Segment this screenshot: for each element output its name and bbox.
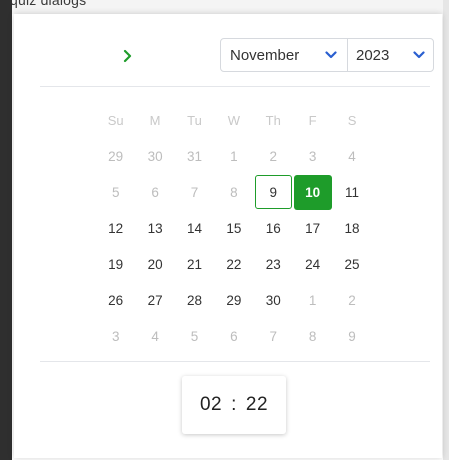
- calendar-day-muted[interactable]: 5: [175, 318, 214, 354]
- weekday-label: W: [227, 112, 240, 128]
- calendar-day-today[interactable]: 9: [254, 175, 292, 209]
- datetime-picker-popup: November 2023 Su M Tu W Th F S 29 30 31 1 2 3 4 5 6 7 8 9 1…: [14, 14, 442, 458]
- calendar-day[interactable]: 17: [293, 210, 332, 246]
- weekday-label: F: [308, 112, 317, 128]
- calendar-day-muted[interactable]: 2: [332, 282, 371, 318]
- calendar-grid: Su M Tu W Th F S 29 30 31 1 2 3 4 5 6 7 8 9 10 11 12 13 14 15 16 1…: [96, 102, 372, 354]
- month-year-selector: November 2023: [220, 38, 434, 72]
- weekday-label: Su: [107, 112, 124, 128]
- weekday-label: S: [347, 112, 357, 128]
- hours-field[interactable]: 02: [198, 394, 224, 416]
- next-month-button[interactable]: [118, 42, 138, 70]
- calendar-day-muted[interactable]: 7: [175, 174, 214, 210]
- calendar-day[interactable]: 30: [254, 282, 293, 318]
- calendar-day-muted[interactable]: 3: [293, 138, 332, 174]
- calendar-day-muted[interactable]: 3: [96, 318, 135, 354]
- calendar-week-row: 29 30 31 1 2 3 4: [96, 138, 372, 174]
- calendar-day[interactable]: 18: [332, 210, 371, 246]
- weekday-label: Tu: [187, 112, 202, 128]
- calendar-day[interactable]: 13: [135, 210, 174, 246]
- backdrop-title: quiz dialogs: [10, 0, 87, 8]
- backdrop-header: quiz dialogs: [0, 0, 449, 14]
- calendar-day-muted[interactable]: 8: [293, 318, 332, 354]
- chevron-down-icon: [413, 51, 425, 59]
- screen: quiz dialogs November 2023 Su M Tu W Th …: [0, 0, 449, 460]
- calendar-day[interactable]: 19: [96, 246, 135, 282]
- calendar-day-muted[interactable]: 2: [254, 138, 293, 174]
- calendar-day[interactable]: 15: [214, 210, 253, 246]
- time-divider: [40, 361, 430, 362]
- calendar-day[interactable]: 16: [254, 210, 293, 246]
- backdrop-right-edge: [443, 0, 449, 460]
- time-separator: :: [231, 394, 237, 415]
- calendar-day[interactable]: 24: [293, 246, 332, 282]
- calendar-day[interactable]: 26: [96, 282, 135, 318]
- calendar-day[interactable]: 11: [332, 174, 371, 210]
- calendar-day[interactable]: 29: [214, 282, 253, 318]
- calendar-day-selected[interactable]: 10: [293, 174, 332, 210]
- calendar-week-row: 3456789: [96, 318, 372, 354]
- header-divider: [40, 86, 430, 87]
- calendar-day-muted[interactable]: 6: [214, 318, 253, 354]
- year-select-value: 2023: [356, 46, 390, 64]
- calendar-day-muted[interactable]: 4: [332, 138, 371, 174]
- weekday-label: Th: [265, 112, 281, 128]
- calendar-day-muted[interactable]: 4: [135, 318, 174, 354]
- calendar-day-muted[interactable]: 1: [293, 282, 332, 318]
- calendar-day[interactable]: 28: [175, 282, 214, 318]
- calendar-day-muted[interactable]: 8: [214, 174, 253, 210]
- calendar-day-muted[interactable]: 29: [96, 138, 135, 174]
- time-picker: 02 : 22: [182, 376, 286, 434]
- month-select-value: November: [230, 46, 300, 64]
- calendar-day-muted[interactable]: 9: [332, 318, 371, 354]
- calendar-day[interactable]: 14: [175, 210, 214, 246]
- calendar-day[interactable]: 22: [214, 246, 253, 282]
- month-select[interactable]: November: [221, 39, 348, 71]
- calendar-day-muted[interactable]: 7: [254, 318, 293, 354]
- calendar-day-muted[interactable]: 5: [96, 174, 135, 210]
- calendar-day-muted[interactable]: 6: [135, 174, 174, 210]
- weekday-label: M: [149, 112, 161, 128]
- minutes-field[interactable]: 22: [244, 394, 270, 416]
- calendar-week-row: 5 6 7 8 9 10 11: [96, 174, 372, 210]
- calendar-day[interactable]: 27: [135, 282, 174, 318]
- calendar-day[interactable]: 23: [254, 246, 293, 282]
- backdrop-left-edge: [0, 0, 12, 460]
- calendar-day[interactable]: 20: [135, 246, 174, 282]
- calendar-day-muted[interactable]: 30: [135, 138, 174, 174]
- calendar-week-row: 19 20 21 22 23 24 25: [96, 246, 372, 282]
- calendar-week-row: 26 27 28 29 30 1 2: [96, 282, 372, 318]
- chevron-down-icon: [325, 51, 337, 59]
- calendar-week-row: 12 13 14 15 16 17 18: [96, 210, 372, 246]
- calendar-day[interactable]: 25: [332, 246, 371, 282]
- calendar-day-muted[interactable]: 31: [175, 138, 214, 174]
- year-select[interactable]: 2023: [348, 39, 433, 71]
- calendar-day-muted[interactable]: 1: [214, 138, 253, 174]
- weekday-header-row: Su M Tu W Th F S: [96, 102, 372, 138]
- chevron-right-icon: [123, 49, 132, 63]
- calendar-day[interactable]: 12: [96, 210, 135, 246]
- calendar-day[interactable]: 21: [175, 246, 214, 282]
